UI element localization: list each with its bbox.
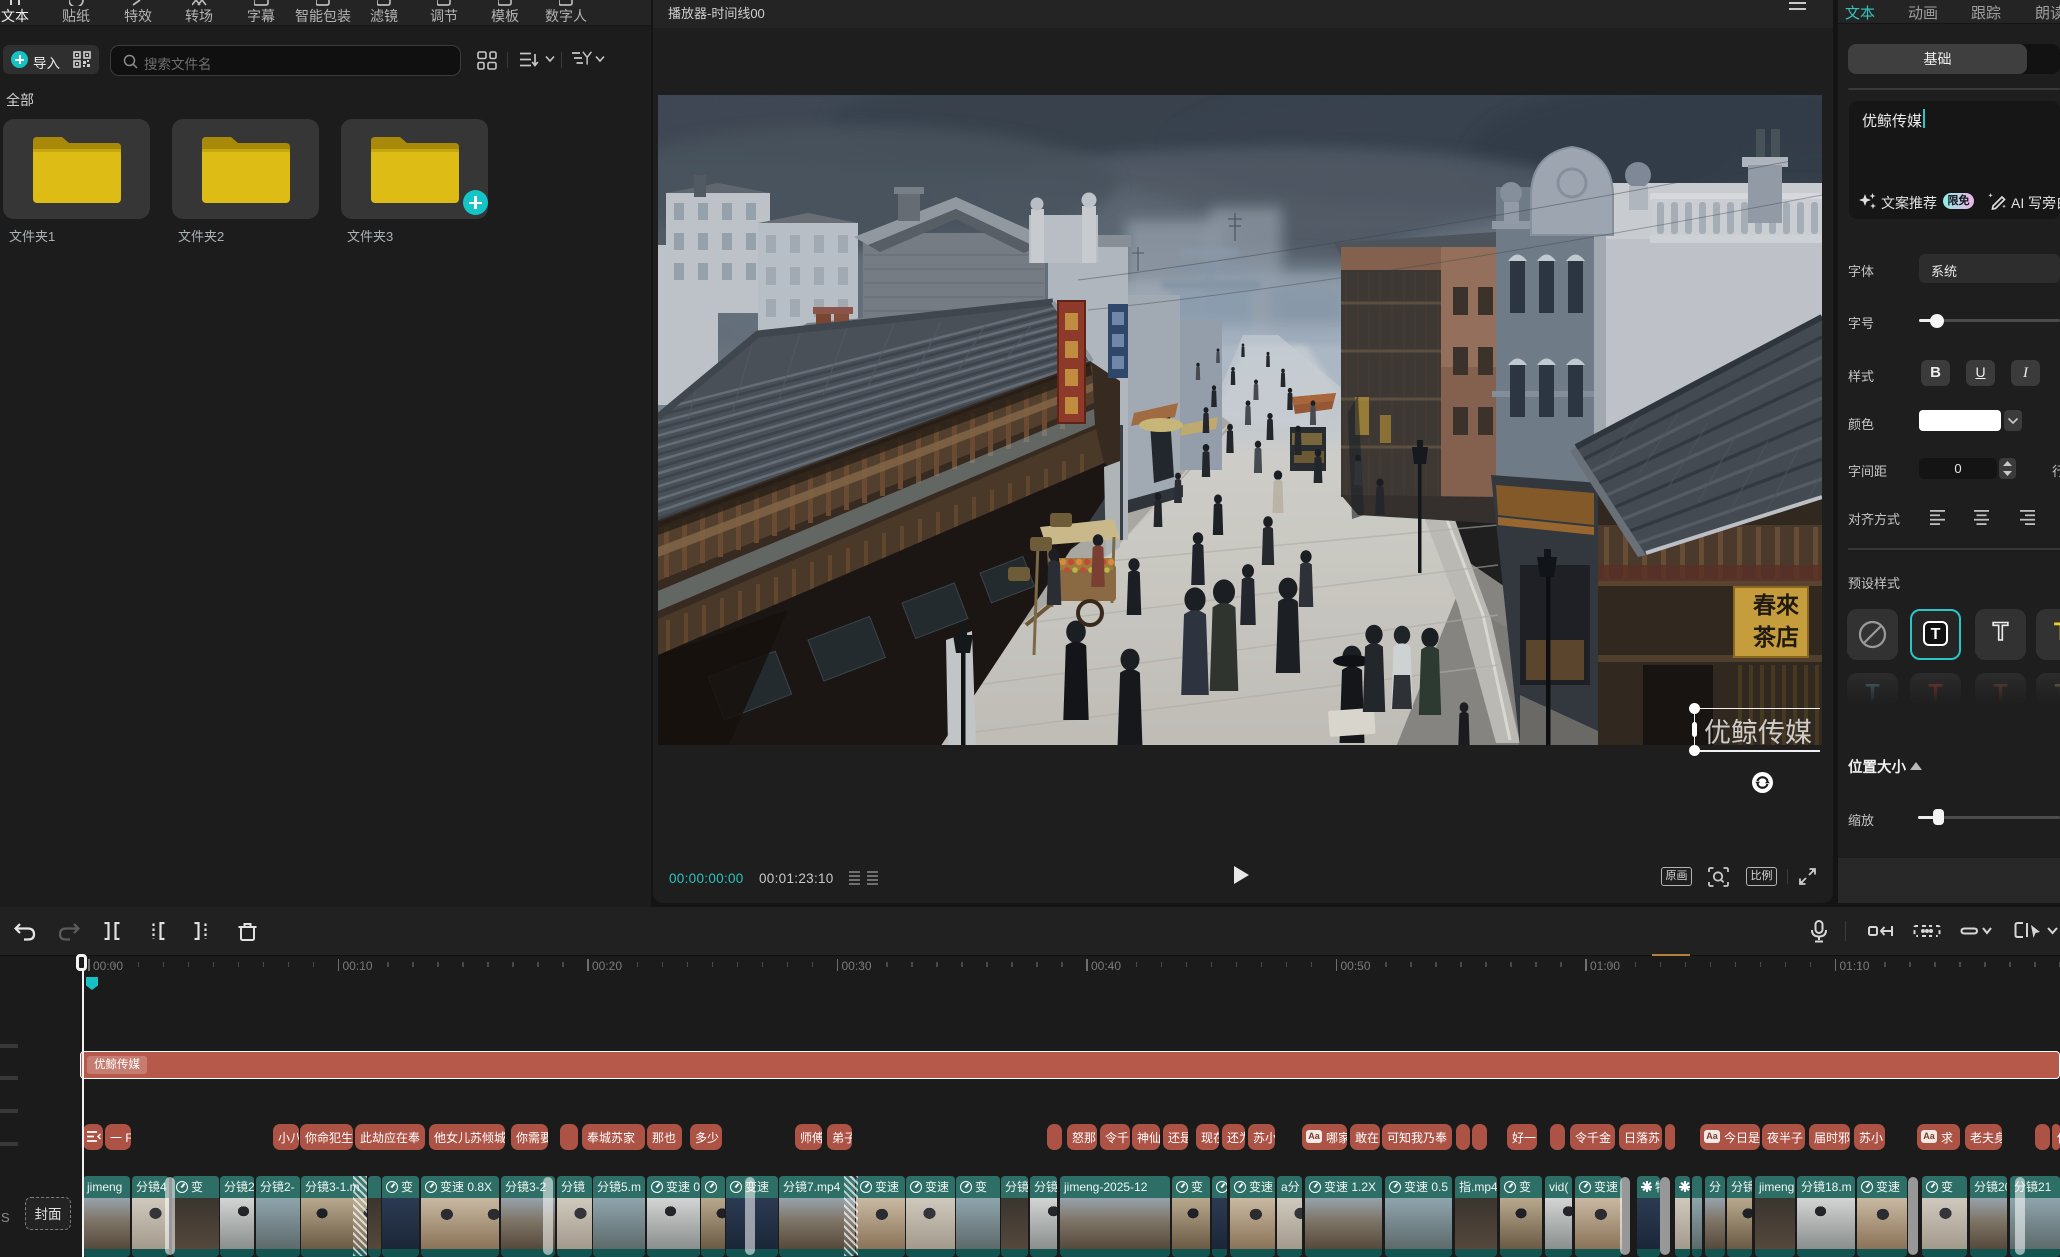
svg-text:优鲸传媒: 优鲸传媒 (1704, 718, 1812, 745)
